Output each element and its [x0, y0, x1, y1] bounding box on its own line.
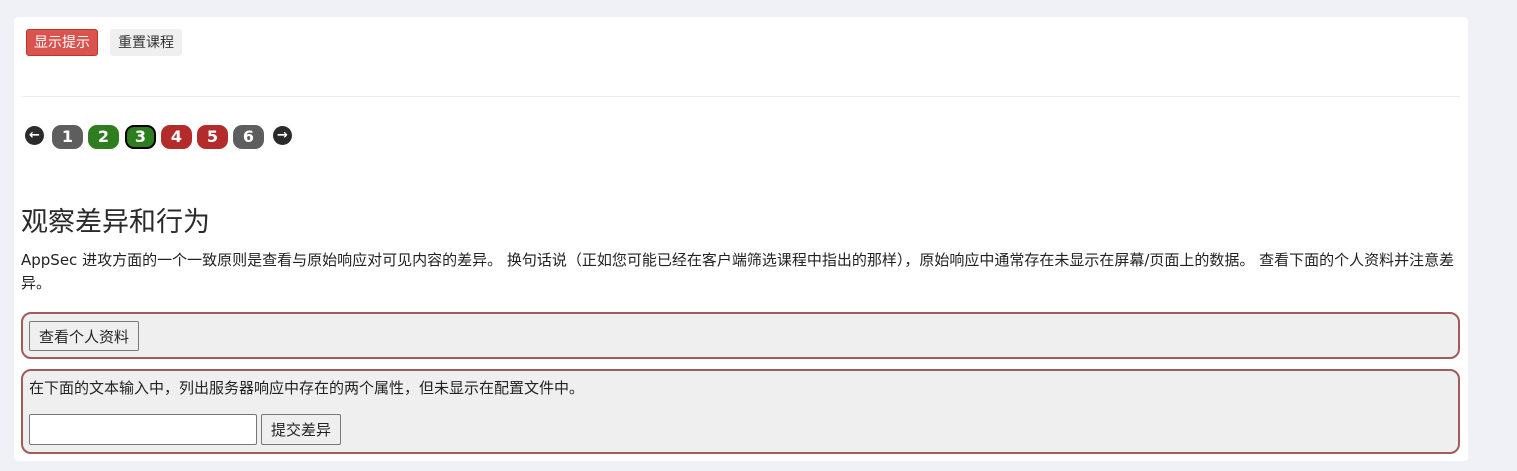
lesson-description: AppSec 进攻方面的一个一致原则是查看与原始响应对可见内容的差异。 换句话说… — [21, 251, 1455, 292]
divider — [22, 96, 1460, 97]
submit-diff-form: 在下面的文本输入中，列出服务器响应中存在的两个属性，但未显示在配置文件中。 提交… — [21, 369, 1460, 454]
lesson-panel: 显示提示 重置课程 ← 1 2 3 4 5 6 → 观察差异和行为 AppSec… — [14, 17, 1468, 461]
view-profile-form: 查看个人资料 — [21, 312, 1460, 359]
page-link-1[interactable]: 1 — [52, 125, 83, 149]
page-link-3[interactable]: 3 — [125, 125, 156, 149]
lesson-title: 观察差异和行为 — [21, 207, 210, 238]
arrow-left-icon[interactable]: ← — [25, 126, 44, 145]
reset-lesson-button[interactable]: 重置课程 — [110, 29, 182, 56]
arrow-right-icon[interactable]: → — [273, 126, 292, 145]
page-link-6[interactable]: 6 — [233, 125, 264, 149]
show-hints-button[interactable]: 显示提示 — [26, 29, 98, 56]
page-link-4[interactable]: 4 — [161, 125, 192, 149]
diff-instruction: 在下面的文本输入中，列出服务器响应中存在的两个属性，但未显示在配置文件中。 — [29, 379, 585, 397]
page-link-5[interactable]: 5 — [197, 125, 228, 149]
submit-diff-button[interactable]: 提交差异 — [261, 414, 342, 445]
diff-input[interactable] — [29, 414, 257, 445]
page-link-2[interactable]: 2 — [88, 125, 119, 149]
view-profile-button[interactable]: 查看个人资料 — [29, 321, 140, 351]
